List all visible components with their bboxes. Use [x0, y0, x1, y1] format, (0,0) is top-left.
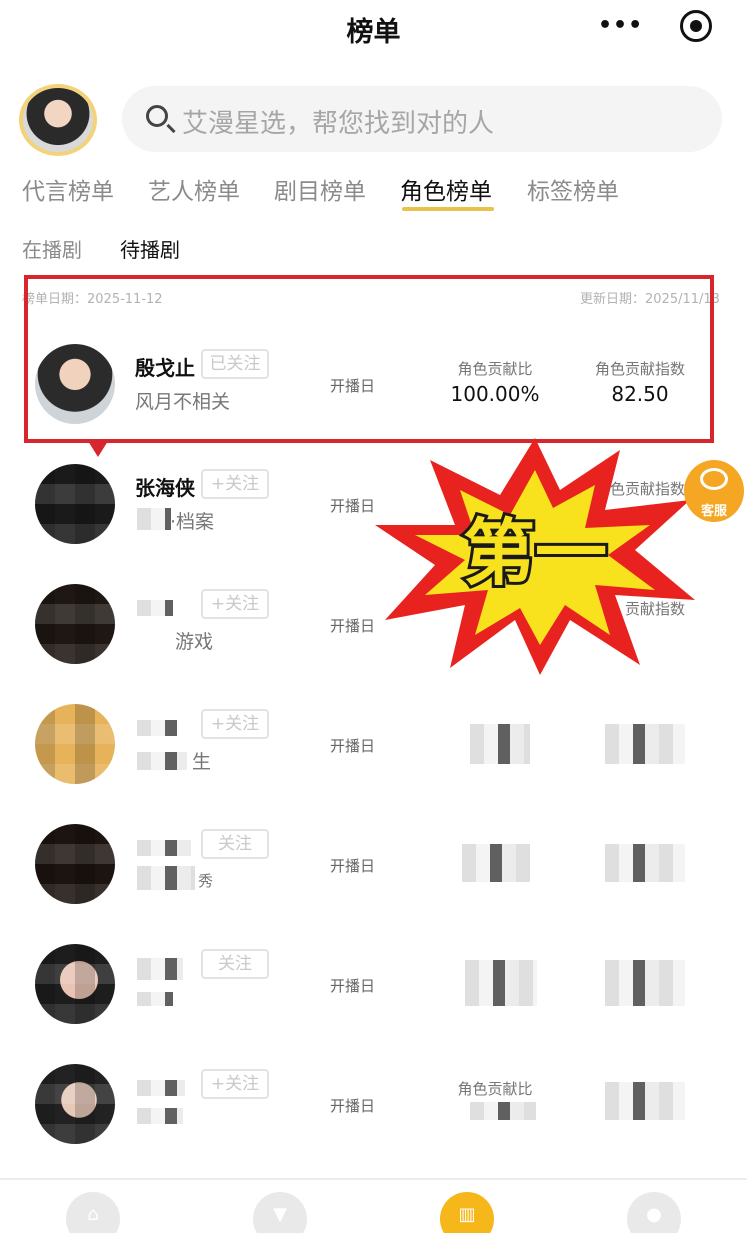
pixelated-text — [137, 992, 173, 1006]
customer-service-label: 客服 — [700, 504, 727, 519]
nav-profile[interactable]: ● — [627, 1192, 681, 1233]
air-date-label: 开播日 — [330, 737, 376, 755]
mini-program-capsule: ••• — [580, 5, 728, 47]
close-target-icon[interactable] — [680, 10, 712, 42]
tab-role[interactable]: 角色榜单 — [400, 172, 492, 206]
search-icon — [146, 105, 168, 127]
air-date-label: 开播日 — [330, 977, 376, 995]
pixelated-text — [137, 600, 173, 616]
callout-pointer — [88, 441, 108, 457]
top-bar: 榜单 ••• — [0, 0, 747, 58]
air-date-label: 开播日 — [330, 857, 376, 875]
search-placeholder: 艾漫星选，帮您找到对的人 — [182, 109, 495, 139]
contribution-ratio-label: 角色贡献比 — [457, 1080, 533, 1098]
avatar — [35, 1064, 115, 1144]
active-tab-indicator — [402, 207, 494, 211]
table-row[interactable]: +关注 生 开播日 — [0, 680, 747, 799]
air-date-label: 开播日 — [330, 617, 376, 635]
follow-button[interactable]: +关注 — [201, 709, 269, 739]
pixelated-value — [605, 1082, 685, 1120]
customer-service-button[interactable]: 客服 — [684, 460, 744, 522]
pixelated-value — [605, 960, 685, 1006]
ranking-tabs: 代言榜单 艺人榜单 剧目榜单 角色榜单 标签榜单 — [0, 172, 747, 214]
first-place-text: 第一 — [463, 511, 607, 595]
follow-button[interactable]: +关注 — [201, 469, 269, 499]
bottom-navigation: ⌂ ▼ ▥ ● — [0, 1178, 747, 1233]
tab-drama[interactable]: 剧目榜单 — [274, 172, 366, 206]
more-icon[interactable]: ••• — [598, 15, 643, 37]
wechat-icon — [700, 468, 728, 490]
pixelated-text — [137, 508, 171, 530]
table-row[interactable]: 关注 开播日 — [0, 920, 747, 1039]
filter-icon: ▼ — [273, 1204, 287, 1225]
follow-button[interactable]: +关注 — [201, 589, 269, 619]
pixelated-text — [137, 1108, 183, 1124]
follow-button[interactable]: 关注 — [201, 949, 269, 979]
nav-ranking[interactable]: ▥ — [440, 1192, 494, 1233]
subtab-upcoming[interactable]: 待播剧 — [120, 234, 180, 263]
tab-endorsement[interactable]: 代言榜单 — [22, 172, 114, 206]
tab-artist[interactable]: 艺人榜单 — [148, 172, 240, 206]
avatar — [35, 584, 115, 664]
first-place-starburst: 第一 — [375, 438, 695, 675]
avatar — [35, 944, 115, 1024]
search-bar[interactable]: 艾漫星选，帮您找到对的人 — [122, 86, 722, 152]
table-row[interactable]: +关注 开播日 角色贡献比 — [0, 1040, 747, 1159]
pixelated-value — [462, 844, 530, 882]
pixelated-text — [137, 958, 183, 980]
nav-home[interactable]: ⌂ — [66, 1192, 120, 1233]
avatar — [35, 704, 115, 784]
first-place-highlight-box — [24, 275, 714, 443]
pixelated-text — [137, 840, 191, 856]
pixelated-text — [137, 720, 177, 736]
pixelated-text — [137, 866, 195, 890]
follow-button[interactable]: 关注 — [201, 829, 269, 859]
pixelated-value — [470, 724, 530, 764]
air-date-label: 开播日 — [330, 497, 376, 515]
nav-filter[interactable]: ▼ — [253, 1192, 307, 1233]
avatar — [35, 824, 115, 904]
follow-button[interactable]: +关注 — [201, 1069, 269, 1099]
pixelated-text — [137, 1080, 185, 1096]
air-date-label: 开播日 — [330, 1097, 376, 1115]
drama-name: 秀 — [198, 872, 214, 890]
home-icon: ⌂ — [87, 1204, 99, 1225]
pixelated-value — [605, 724, 685, 764]
pixelated-value — [465, 960, 537, 1006]
drama-name: ·档案 — [170, 511, 215, 533]
pixelated-value — [605, 844, 685, 882]
role-name: 张海侠 — [135, 476, 195, 500]
table-row[interactable]: 关注 秀 开播日 — [0, 800, 747, 919]
profile-icon: ● — [646, 1204, 662, 1225]
drama-name: 生 — [192, 751, 212, 773]
tab-tag[interactable]: 标签榜单 — [527, 172, 619, 206]
avatar — [35, 464, 115, 544]
drama-name: 游戏 — [175, 631, 214, 653]
pixelated-value — [470, 1102, 536, 1120]
pixelated-text — [137, 752, 187, 770]
user-avatar[interactable] — [19, 84, 97, 156]
subtab-airing[interactable]: 在播剧 — [22, 234, 82, 263]
chart-icon: ▥ — [458, 1204, 476, 1225]
